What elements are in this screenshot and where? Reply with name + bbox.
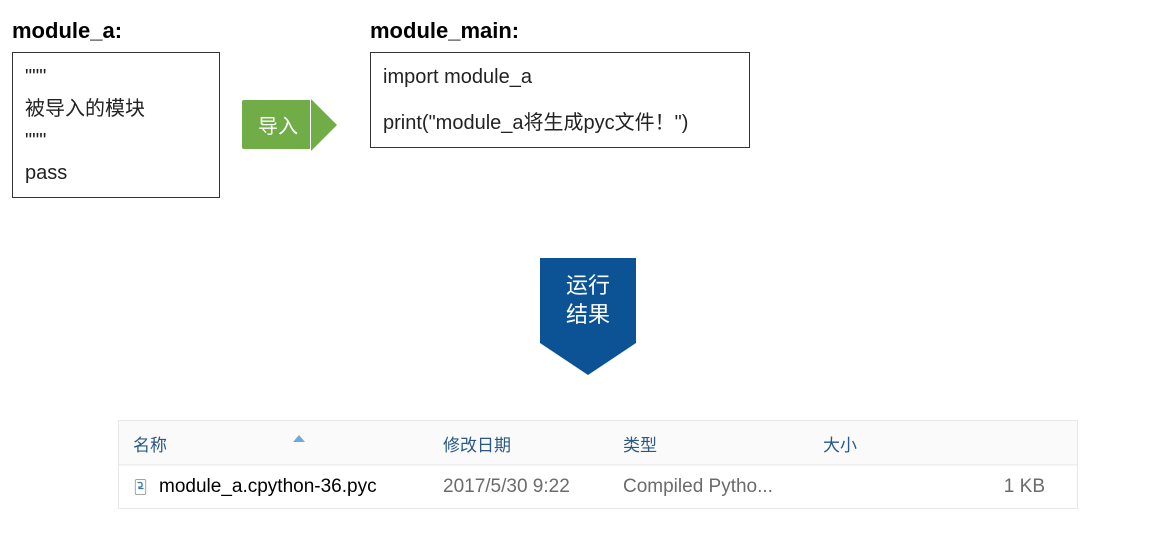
header-name-label: 名称 [133,436,167,455]
file-date-cell: 2017/5/30 9:22 [443,476,623,498]
module-a-title: module_a: [12,18,220,44]
header-name[interactable]: 名称 [133,431,443,456]
module-main-code-line1: import module_a [383,61,737,93]
file-name-cell: module_a.cpython-36.pyc [133,476,443,498]
import-arrow-head-icon [311,99,337,151]
result-line2: 结果 [548,301,628,330]
file-explorer-panel: 名称 修改日期 类型 大小 module_a.cpython-36.pyc 20… [118,420,1078,509]
file-size-cell: 1 KB [823,476,1063,498]
module-a-section: module_a: """ 被导入的模块 """ pass [12,18,220,198]
module-main-section: module_main: import module_a print("modu… [370,18,750,148]
result-banner-tail-icon [540,343,636,375]
module-a-code: """ 被导入的模块 """ pass [25,61,207,189]
result-banner-body: 运行 结果 [540,258,636,343]
module-main-code-box: import module_a print("module_a将生成pyc文件！… [370,52,750,148]
header-size[interactable]: 大小 [823,431,1063,456]
file-row[interactable]: module_a.cpython-36.pyc 2017/5/30 9:22 C… [119,465,1077,508]
import-arrow-label: 导入 [240,98,312,151]
file-name-text: module_a.cpython-36.pyc [159,476,377,498]
result-line1: 运行 [548,272,628,301]
python-file-icon [133,478,151,496]
result-banner: 运行 结果 [540,258,636,375]
module-main-code-line2: print("module_a将生成pyc文件！") [383,107,737,139]
file-type-cell: Compiled Pytho... [623,476,823,498]
file-header-row[interactable]: 名称 修改日期 类型 大小 [119,421,1077,465]
header-date[interactable]: 修改日期 [443,431,623,456]
import-arrow: 导入 [240,98,337,151]
header-type[interactable]: 类型 [623,431,823,456]
module-a-code-box: """ 被导入的模块 """ pass [12,52,220,198]
module-main-title: module_main: [370,18,750,44]
sort-ascending-icon [293,435,305,442]
